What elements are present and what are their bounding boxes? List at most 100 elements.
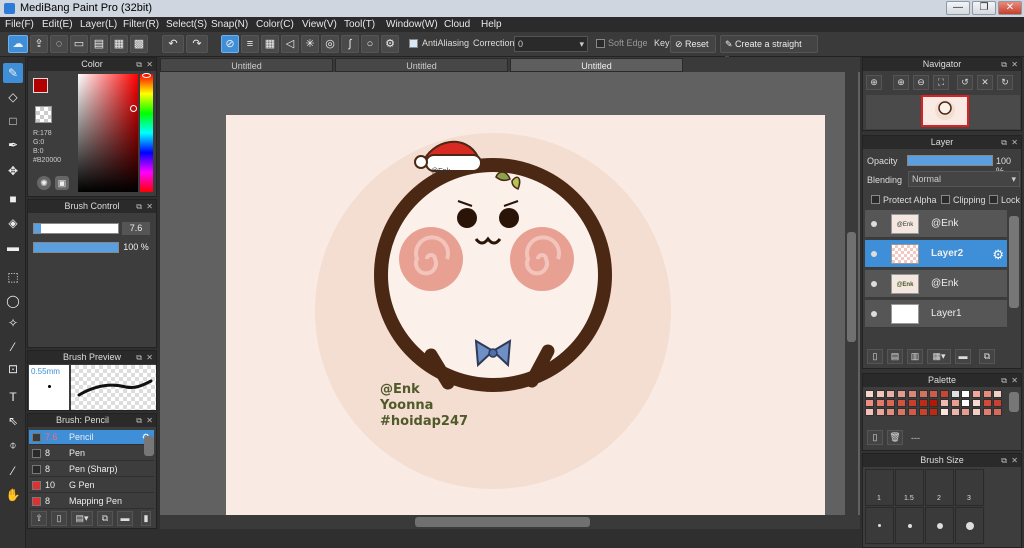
visibility-eye-icon[interactable] [871,281,877,287]
brush-tool-icon[interactable]: ✎ [3,63,23,83]
grid-snap-icon[interactable]: ▦ [261,35,279,53]
palette-swatch[interactable] [886,390,896,398]
palette-swatch[interactable] [961,399,971,407]
zoom-out-icon[interactable]: ⊖ [913,75,929,90]
menu-window[interactable]: Window(W) [386,17,438,32]
panel-popout-icon[interactable]: ⧉ [1001,374,1007,387]
duplicate-layer-icon[interactable]: ⧉ [979,349,995,364]
size-cell-3[interactable]: 3 [955,469,984,506]
operation-tool-icon[interactable]: ⇖ [3,411,23,431]
palette-swatch[interactable] [918,399,928,407]
circle-snap-icon[interactable]: ○ [361,35,379,53]
brush-item-mapping-pen[interactable]: 8 Mapping Pen [29,494,154,509]
sv-cursor[interactable] [130,105,137,112]
layer-row[interactable]: Layer1 [865,300,1007,328]
size-cell-large-1[interactable] [865,507,894,544]
delete-brush-icon[interactable]: ▮ [141,511,151,526]
layer-list-scrollbar[interactable] [1009,216,1019,308]
new-layer-icon[interactable]: ▯ [867,349,883,364]
list-icon[interactable]: ▦ [110,35,128,53]
concentric-snap-icon[interactable]: ◎ [321,35,339,53]
fill-shape-tool-icon[interactable]: ■ [3,189,23,209]
tab-untitled-2[interactable]: Untitled [335,58,508,72]
saturation-value-square[interactable] [78,74,138,192]
protect-alpha-checkbox[interactable] [871,195,880,204]
panel-close-icon[interactable]: ✕ [146,351,153,364]
soft-edge-checkbox[interactable] [596,39,605,48]
palette-swatch[interactable] [907,408,917,416]
navigator-thumbnail[interactable] [921,95,969,127]
canvas-vertical-scrollbar[interactable] [845,72,858,515]
panel-close-icon[interactable]: ✕ [146,58,153,71]
comment-icon[interactable]: ◌ [50,35,68,53]
palette-swatch[interactable] [865,390,874,398]
palette-swatch[interactable] [993,399,1003,407]
menu-tool[interactable]: Tool(T) [344,17,375,32]
share-icon[interactable]: ⇪ [30,35,48,53]
snap-off-icon[interactable]: ⊘ [221,35,239,53]
eraser-tool-icon[interactable]: ◇ [3,87,23,107]
menu-view[interactable]: View(V) [302,17,337,32]
menu-select[interactable]: Select(S) [166,17,207,32]
palette-swatch[interactable] [865,408,874,416]
grid-icon[interactable]: ▩ [130,35,148,53]
antialiasing-checkbox[interactable] [409,39,418,48]
palette-swatch[interactable] [886,408,896,416]
palette-swatch[interactable] [907,390,917,398]
new-1bit-layer-icon[interactable]: ▥ [907,349,923,364]
brush-menu-icon[interactable]: ▤▾ [71,511,93,526]
palette-swatch[interactable] [865,399,874,407]
palette-swatch[interactable] [972,390,981,398]
palette-swatch-grid[interactable] [865,390,1005,426]
palette-swatch[interactable] [982,390,992,398]
minimize-button[interactable]: — [946,1,970,15]
layer-row[interactable]: Layer2 ⚙ [865,240,1007,268]
new-brush-icon[interactable]: ▯ [51,511,67,526]
drawing-canvas[interactable]: @Enk @Enk Yoonna #hoidap247 [226,115,825,515]
palette-swatch[interactable] [929,399,939,407]
layer-folder-icon[interactable]: ▬ [955,349,971,364]
palette-scrollbar[interactable] [1009,392,1019,412]
color-set-icon[interactable]: ▣ [55,176,69,190]
cloud-icon[interactable]: ☁ [8,35,28,53]
panel-close-icon[interactable]: ✕ [1011,454,1018,467]
palette-swatch[interactable] [897,390,907,398]
close-button[interactable]: ✕ [998,1,1022,15]
layer-opacity-slider[interactable] [907,155,993,166]
hue-cursor[interactable] [142,73,151,78]
panel-close-icon[interactable]: ✕ [146,414,153,427]
canvas-horizontal-scrollbar[interactable] [160,515,860,529]
eyedropper-tool-icon[interactable]: ⌽ [3,435,23,455]
menu-snap[interactable]: Snap(N) [211,17,248,32]
brush-item-g-pen[interactable]: 10 G Pen [29,478,154,493]
palette-swatch[interactable] [929,390,939,398]
visibility-eye-icon[interactable] [871,251,877,257]
palette-swatch[interactable] [918,390,928,398]
palette-swatch[interactable] [982,399,992,407]
panel-close-icon[interactable]: ✕ [146,200,153,213]
palette-swatch[interactable] [939,390,949,398]
dropper-icon[interactable]: ⁄ [3,461,23,481]
palette-swatch[interactable] [929,408,939,416]
panel-close-icon[interactable]: ✕ [1011,58,1018,71]
select-rect-icon[interactable]: ⬚ [3,267,23,287]
panel-popout-icon[interactable]: ⧉ [1001,136,1007,149]
palette-swatch[interactable] [875,399,885,407]
palette-swatch[interactable] [961,408,971,416]
brush-item-pen-sharp[interactable]: 8 Pen (Sharp) [29,462,154,477]
palette-swatch[interactable] [972,408,981,416]
visibility-eye-icon[interactable] [871,311,877,317]
main-color-swatch[interactable] [33,78,48,93]
visibility-eye-icon[interactable] [871,221,877,227]
palette-swatch[interactable] [950,390,960,398]
vertical-scroll-thumb[interactable] [847,232,856,342]
menu-layer[interactable]: Layer(L) [80,17,117,32]
palette-swatch[interactable] [875,390,885,398]
blending-select[interactable]: Normal ▾ [908,171,1020,187]
palette-swatch[interactable] [939,399,949,407]
new-halftone-layer-icon[interactable]: ▤ [887,349,903,364]
lock-checkbox[interactable] [989,195,998,204]
palette-swatch[interactable] [907,399,917,407]
dot-tool-icon[interactable]: □ [3,111,23,131]
size-cell-2[interactable]: 2 [925,469,954,506]
